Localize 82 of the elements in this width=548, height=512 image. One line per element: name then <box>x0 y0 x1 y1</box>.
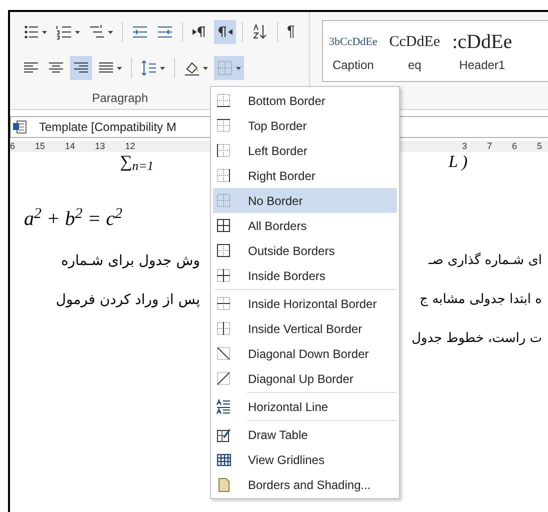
multilevel-list-icon <box>89 24 105 40</box>
paragraph-fragment: ای شـماره گذاری صـ <box>428 252 542 270</box>
menu-item[interactable]: Diagonal Down Border <box>213 341 397 366</box>
paragraph-fragment: وش جدول برای شـماره <box>60 252 200 270</box>
borders-icon <box>217 60 233 76</box>
menu-item[interactable]: Inside Horizontal Border <box>213 291 397 316</box>
inside-vertical-border-icon <box>216 321 231 336</box>
inside-horizontal-border-icon <box>216 296 231 311</box>
caret-icon <box>108 30 113 34</box>
ruler-number: 14 <box>65 140 76 153</box>
top-border-icon <box>216 118 231 133</box>
horizontal-line-icon <box>216 399 231 414</box>
sort-icon <box>252 24 268 40</box>
ruler-number: 3 <box>462 140 467 153</box>
style-item[interactable]: :cDdEe Header1 <box>446 21 518 81</box>
menu-item[interactable]: Borders and Shading... <box>213 472 397 497</box>
menu-item[interactable]: Draw Table <box>213 422 397 447</box>
style-preview: 3bCcDdEe <box>329 34 378 50</box>
caret-icon <box>160 66 165 70</box>
line-spacing-icon <box>141 60 157 76</box>
style-preview: CcDdEe <box>389 32 440 52</box>
style-name: Caption <box>332 57 374 74</box>
menu-item[interactable]: Bottom Border <box>213 88 397 113</box>
menu-item[interactable]: Inside Vertical Border <box>213 316 397 341</box>
right-border-icon <box>216 168 231 183</box>
left-to-right-icon <box>192 24 208 40</box>
ribbon-button[interactable] <box>214 20 236 44</box>
increase-indent-icon <box>157 24 173 40</box>
menu-item[interactable]: Outside Borders <box>213 238 397 263</box>
diagonal-up-border-icon <box>216 371 231 386</box>
caret-icon <box>42 30 47 34</box>
pilcrow-button[interactable]: ¶ <box>284 20 298 44</box>
style-item[interactable]: 3bCcDdEe Caption <box>323 21 384 81</box>
formula-fragment: L ) <box>448 150 468 172</box>
diagonal-down-border-icon <box>216 346 231 361</box>
paint-bucket-icon <box>184 60 200 76</box>
style-name: eq <box>408 57 422 74</box>
outside-borders-icon <box>216 243 231 258</box>
paragraph-fragment: ه ابتدا جدولی مشابه ج <box>418 291 542 310</box>
formula-fragment: ∑$_{n=1}$ <box>120 150 154 174</box>
menu-item[interactable]: Left Border <box>213 138 397 163</box>
decrease-indent-icon <box>132 24 148 40</box>
no-border-icon <box>216 193 231 208</box>
left-border-icon <box>216 143 231 158</box>
table-grid-icon <box>216 452 231 467</box>
style-name: Header1 <box>459 57 506 74</box>
menu-item[interactable]: Diagonal Up Border <box>213 366 397 391</box>
pencil-table-icon <box>216 427 231 442</box>
page-icon <box>216 477 231 492</box>
style-preview: :cDdEe <box>452 30 512 55</box>
style-item[interactable]: CcDdEe eq <box>383 21 446 81</box>
caret-icon <box>117 66 122 70</box>
ruler-number: 5 <box>536 140 542 153</box>
menu-item[interactable]: Right Border <box>213 163 397 188</box>
ruler-number: 15 <box>35 140 46 153</box>
caret-icon <box>203 66 208 70</box>
menu-item[interactable]: No Border <box>213 188 397 213</box>
numbered-list-icon <box>56 24 72 40</box>
all-borders-icon <box>216 218 231 233</box>
caret-icon <box>236 66 241 70</box>
menu-item[interactable]: Top Border <box>213 113 397 138</box>
menu-item[interactable]: Horizontal Line <box>213 394 397 419</box>
ruler-number: 12 <box>125 140 136 153</box>
bullet-list-icon <box>23 24 39 40</box>
ruler-number: 7 <box>486 140 492 153</box>
caret-icon <box>75 30 80 34</box>
inside-borders-icon <box>216 268 231 283</box>
document-title: Template [Compatibility M <box>39 119 176 136</box>
group-label: Paragraph <box>90 90 150 107</box>
ruler-number: 6 <box>512 140 517 153</box>
menu-item[interactable]: Inside Borders <box>213 263 397 288</box>
right-to-left-icon <box>217 24 233 40</box>
ruler-number: 13 <box>95 140 106 153</box>
document-icon <box>13 120 27 134</box>
menu-item[interactable]: View Gridlines <box>213 447 397 472</box>
ribbon-button[interactable] <box>70 56 92 80</box>
paragraph-fragment: پس از وراد کردن فرمول <box>54 290 200 310</box>
bottom-border-icon <box>216 93 231 108</box>
menu-item[interactable]: All Borders <box>213 213 397 238</box>
paragraph-fragment: ت راست، خطوط جدول <box>410 330 542 348</box>
ruler-number: 6 <box>10 140 16 153</box>
equation: a$^{2}$ + b$^{2}$ = c$^{2}$ <box>24 204 122 232</box>
